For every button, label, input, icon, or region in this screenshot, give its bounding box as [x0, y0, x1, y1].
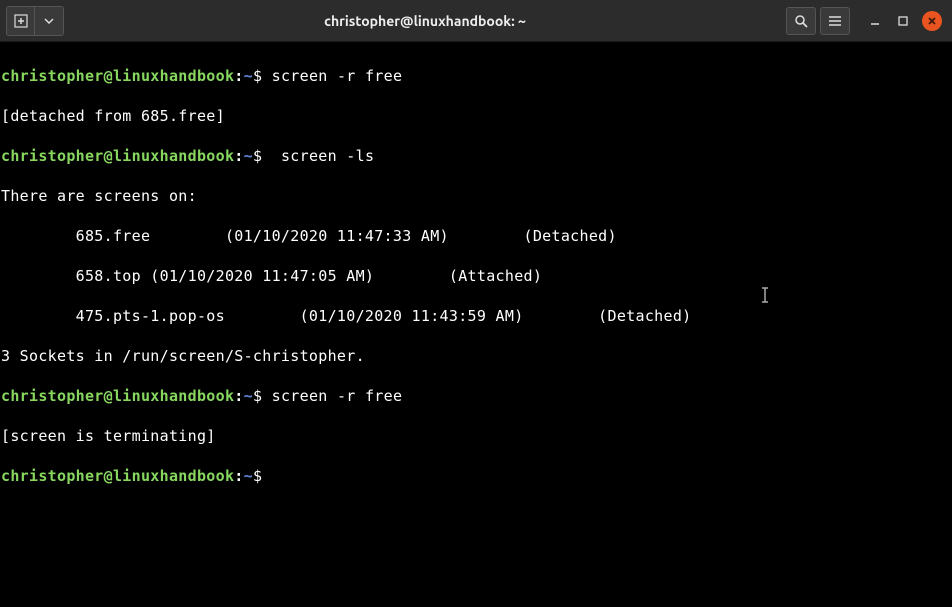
prompt-colon: : — [234, 147, 243, 165]
text-cursor-icon — [760, 286, 770, 304]
command-text: screen -r free — [262, 387, 402, 405]
search-icon — [794, 14, 808, 28]
command-text — [262, 467, 271, 485]
close-icon — [927, 16, 937, 26]
window-title: christopher@linuxhandbook: ~ — [68, 13, 782, 29]
prompt-symbol: $ — [253, 467, 262, 485]
terminal-output: [detached from 685.free] — [1, 106, 951, 126]
terminal-line: christopher@linuxhandbook:~$ screen -r f… — [1, 386, 951, 406]
menu-button[interactable] — [820, 7, 850, 35]
terminal-output: [screen is terminating] — [1, 426, 951, 446]
prompt-symbol: $ — [253, 387, 262, 405]
terminal-body[interactable]: christopher@linuxhandbook:~$ screen -r f… — [0, 42, 952, 510]
terminal-line: christopher@linuxhandbook:~$ — [1, 466, 951, 486]
minimize-button[interactable] — [866, 12, 884, 30]
titlebar: christopher@linuxhandbook: ~ — [0, 0, 952, 42]
prompt-colon: : — [234, 467, 243, 485]
terminal-output: 685.free (01/10/2020 11:47:33 AM) (Detac… — [1, 226, 951, 246]
command-text: screen -r free — [262, 67, 402, 85]
search-button[interactable] — [786, 7, 816, 35]
prompt-symbol: $ — [253, 67, 262, 85]
terminal-output: 658.top (01/10/2020 11:47:05 AM) (Attach… — [1, 266, 951, 286]
terminal-line: christopher@linuxhandbook:~$ screen -r f… — [1, 66, 951, 86]
prompt-colon: : — [234, 67, 243, 85]
prompt-path: ~ — [244, 67, 253, 85]
tab-dropdown-button[interactable] — [35, 7, 63, 35]
terminal-line: christopher@linuxhandbook:~$ screen -ls — [1, 146, 951, 166]
prompt-userhost: christopher@linuxhandbook — [1, 467, 234, 485]
tab-buttons-group — [6, 6, 64, 36]
chevron-down-icon — [44, 18, 54, 24]
minimize-icon — [870, 16, 880, 26]
command-text: screen -ls — [262, 147, 374, 165]
new-tab-icon — [14, 14, 28, 28]
terminal-output: 475.pts-1.pop-os (01/10/2020 11:43:59 AM… — [1, 306, 951, 326]
new-tab-button[interactable] — [7, 7, 35, 35]
window-controls — [866, 11, 942, 31]
toolbar-right — [786, 7, 946, 35]
terminal-output: 3 Sockets in /run/screen/S-christopher. — [1, 346, 951, 366]
maximize-button[interactable] — [894, 12, 912, 30]
terminal-output: There are screens on: — [1, 186, 951, 206]
prompt-colon: : — [234, 387, 243, 405]
prompt-userhost: christopher@linuxhandbook — [1, 67, 234, 85]
prompt-path: ~ — [244, 467, 253, 485]
prompt-path: ~ — [244, 387, 253, 405]
prompt-userhost: christopher@linuxhandbook — [1, 147, 234, 165]
prompt-userhost: christopher@linuxhandbook — [1, 387, 234, 405]
hamburger-icon — [828, 15, 842, 27]
close-button[interactable] — [922, 11, 942, 31]
prompt-symbol: $ — [253, 147, 262, 165]
maximize-icon — [898, 16, 908, 26]
prompt-path: ~ — [244, 147, 253, 165]
